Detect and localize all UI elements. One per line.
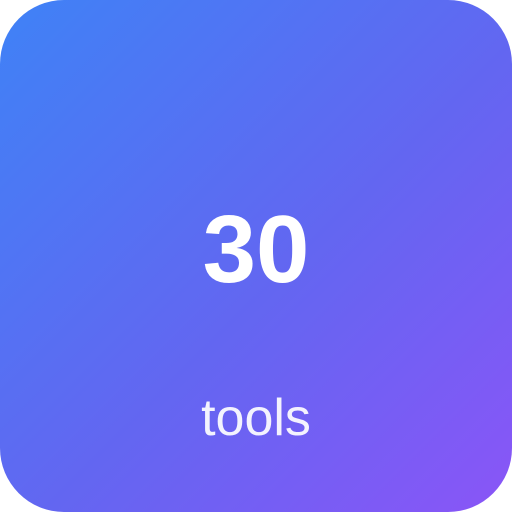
stat-label: tools xyxy=(201,389,311,447)
stat-tile: 30 tools xyxy=(0,0,512,512)
stat-value: 30 xyxy=(202,196,310,303)
